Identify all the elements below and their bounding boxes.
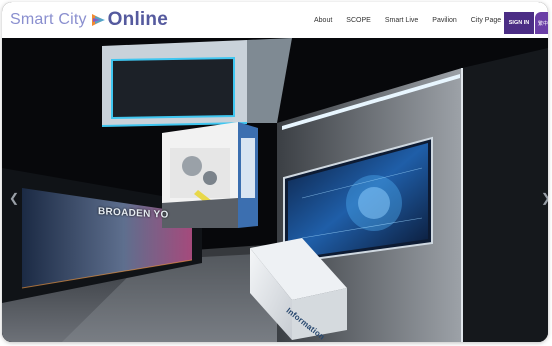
play-logo-icon xyxy=(91,14,105,26)
nav-scope[interactable]: SCOPE xyxy=(346,17,371,24)
nav-pavilion[interactable]: Pavilion xyxy=(432,17,457,24)
chevron-left-icon[interactable]: ❮ xyxy=(8,186,20,210)
scene-illustration xyxy=(2,38,548,342)
logo-text-online: Online xyxy=(107,9,168,30)
top-header: Smart City Online About SCOPE Smart Live… xyxy=(2,2,548,38)
site-logo[interactable]: Smart City Online xyxy=(10,2,168,38)
nav-smart-live[interactable]: Smart Live xyxy=(385,17,418,24)
nav-about[interactable]: About xyxy=(314,17,332,24)
language-toggle-button[interactable]: 繁中 xyxy=(535,12,548,34)
nav-city-page[interactable]: City Page xyxy=(471,17,501,24)
sign-in-button[interactable]: SIGN IN xyxy=(504,12,534,34)
app-frame: Smart City Online About SCOPE Smart Live… xyxy=(2,2,548,342)
virtual-exhibition-scene[interactable]: BROADEN YO Information ❮ ❯ xyxy=(2,38,548,342)
main-nav: About SCOPE Smart Live Pavilion City Pag… xyxy=(314,2,515,38)
logo-text-smart-city: Smart City xyxy=(10,11,87,28)
chevron-right-icon[interactable]: ❯ xyxy=(540,186,548,210)
